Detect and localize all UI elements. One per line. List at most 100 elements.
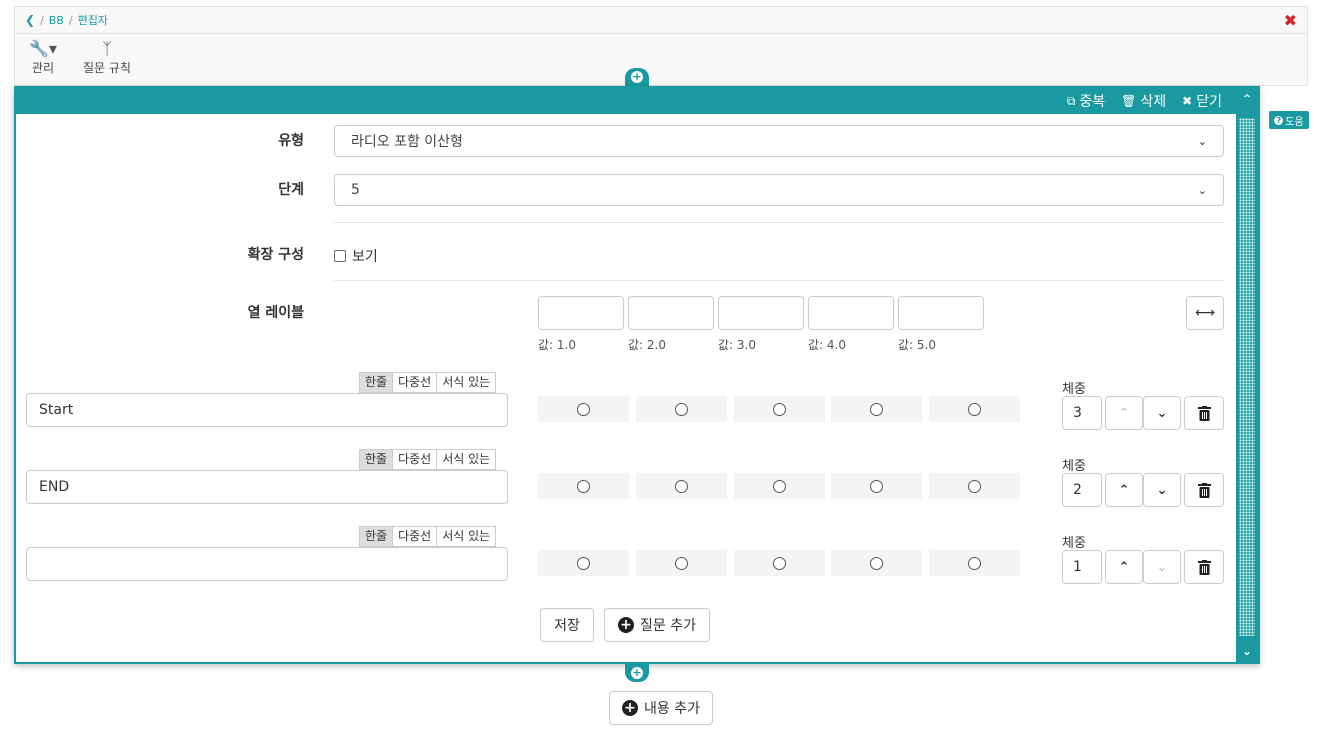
radio-option[interactable] (577, 479, 590, 493)
chevron-down-icon: ⌄ (1197, 134, 1207, 148)
question-text-input[interactable] (26, 547, 508, 581)
double-chevron-up-icon: ⌃ (1118, 482, 1130, 498)
column-label-input-2[interactable] (628, 296, 714, 330)
delete-question-button[interactable] (1184, 396, 1224, 430)
add-question-button[interactable]: + 질문 추가 (604, 608, 710, 642)
scroll-down-icon[interactable]: ⌄ (1236, 644, 1258, 658)
radio-option[interactable] (870, 556, 883, 570)
move-up-button[interactable]: ⌃ (1105, 473, 1143, 507)
radio-option[interactable] (870, 402, 883, 416)
weight-input[interactable]: 3 (1062, 396, 1102, 430)
radio-cell (538, 473, 629, 499)
input-mode-tab[interactable]: 다중선 (393, 527, 438, 546)
double-chevron-up-icon: ⌃ (1118, 405, 1130, 421)
radio-cell (929, 550, 1020, 576)
radio-option[interactable] (773, 556, 786, 570)
delete-question-button[interactable] (1184, 473, 1224, 507)
delete-button[interactable]: 🗑 삭제 (1121, 91, 1166, 111)
column-label-input-3[interactable] (718, 296, 804, 330)
add-content-button[interactable]: + 내용 추가 (609, 691, 713, 725)
trash-icon (1197, 405, 1211, 421)
input-mode-tab[interactable]: 서식 있는 (437, 527, 496, 546)
question-icon: ? (1274, 115, 1284, 125)
double-chevron-down-icon: ⌄ (1156, 405, 1168, 421)
save-button[interactable]: 저장 (540, 608, 594, 642)
add-content-label: 내용 추가 (644, 701, 700, 717)
help-button[interactable]: ? 도움 (1269, 111, 1309, 129)
input-mode-tab[interactable]: 서식 있는 (437, 373, 496, 392)
move-down-button[interactable]: ⌄ (1143, 396, 1181, 430)
radio-option[interactable] (675, 402, 688, 416)
column-label-input-1[interactable] (538, 296, 624, 330)
radio-option[interactable] (675, 479, 688, 493)
input-mode-tab[interactable]: 한줄 (360, 450, 394, 469)
breadcrumb: ❮ / BB / 편집자 (25, 12, 108, 28)
weight-input[interactable]: 1 (1062, 550, 1102, 584)
radio-option[interactable] (577, 402, 590, 416)
double-chevron-up-icon: ⌃ (1118, 559, 1130, 575)
input-mode-tab[interactable]: 다중선 (393, 450, 438, 469)
editor-topbar: ❮ / BB / 편집자 ✖ 🔧▾ 관리 ᛉ 질문 규칙 (14, 6, 1308, 86)
radio-cell (831, 396, 922, 422)
copy-icon: ⧉ (1066, 93, 1076, 108)
close-editor-icon[interactable]: ✖ (1284, 11, 1297, 30)
extended-config-label: 확장 구성 (247, 247, 304, 263)
weight-input[interactable]: 2 (1062, 473, 1102, 507)
level-select[interactable]: 5 ⌄ (334, 174, 1224, 206)
input-mode-tab[interactable]: 서식 있는 (437, 450, 496, 469)
input-mode-tab[interactable]: 다중선 (393, 373, 438, 392)
column-label-input-4[interactable] (808, 296, 894, 330)
radio-option[interactable] (968, 556, 981, 570)
input-mode-tab[interactable]: 한줄 (360, 373, 394, 392)
radio-cell (636, 550, 727, 576)
breadcrumb-root[interactable]: BB (49, 14, 64, 27)
question-rules-button[interactable]: ᛉ 질문 규칙 (83, 39, 131, 76)
back-icon[interactable]: ❮ (25, 13, 35, 27)
move-up-button[interactable]: ⌃ (1105, 550, 1143, 584)
scrollbar[interactable]: ⌄ (1236, 114, 1258, 662)
radio-option[interactable] (968, 479, 981, 493)
insert-above-button[interactable]: + (625, 68, 649, 86)
input-mode-tab[interactable]: 한줄 (360, 527, 394, 546)
extended-view-checkbox[interactable] (334, 250, 346, 262)
weight-label: 체중 (1062, 459, 1086, 474)
collapse-up-icon[interactable]: ⌃ (1242, 92, 1252, 106)
radio-option[interactable] (773, 479, 786, 493)
radio-option[interactable] (773, 402, 786, 416)
duplicate-button[interactable]: ⧉ 중복 (1067, 91, 1105, 111)
extended-view-label: 보기 (352, 249, 378, 265)
radio-cell (831, 550, 922, 576)
question-text-input[interactable]: END (26, 470, 508, 504)
close-label: 닫기 (1196, 94, 1222, 110)
scrollbar-thumb[interactable] (1239, 118, 1255, 636)
question-text-input[interactable]: Start (26, 393, 508, 427)
double-chevron-down-icon: ⌄ (1156, 559, 1168, 575)
column-value-2: 값: 2.0 (628, 338, 666, 352)
divider (15, 33, 1307, 34)
extended-view-option: 보기 (334, 246, 378, 266)
column-label-input-5[interactable] (898, 296, 984, 330)
insert-below-button[interactable]: + (625, 664, 649, 682)
move-up-button[interactable]: ⌃ (1105, 396, 1143, 430)
resize-columns-button[interactable]: ⟷ (1186, 296, 1224, 330)
radio-option[interactable] (870, 479, 883, 493)
radio-cell (636, 473, 727, 499)
radio-cell (831, 473, 922, 499)
breadcrumb-current[interactable]: 편집자 (78, 12, 108, 28)
add-question-label: 질문 추가 (640, 618, 696, 634)
manage-button[interactable]: 🔧▾ 관리 (29, 39, 57, 76)
radio-cell (538, 396, 629, 422)
radio-option[interactable] (968, 402, 981, 416)
branch-icon: ᛉ (102, 39, 112, 58)
move-down-button[interactable]: ⌄ (1143, 550, 1181, 584)
type-select[interactable]: 라디오 포함 이산형 ⌄ (334, 125, 1224, 157)
close-button[interactable]: ✖ 닫기 (1182, 91, 1222, 111)
radio-option[interactable] (577, 556, 590, 570)
duplicate-label: 중복 (1079, 94, 1106, 110)
plus-circle-icon: + (618, 617, 634, 633)
move-down-button[interactable]: ⌄ (1143, 473, 1181, 507)
input-mode-tabs: 한줄 다중선 서식 있는 (359, 526, 497, 547)
radio-option[interactable] (675, 556, 688, 570)
column-value-4: 값: 4.0 (808, 338, 846, 352)
delete-question-button[interactable] (1184, 550, 1224, 584)
